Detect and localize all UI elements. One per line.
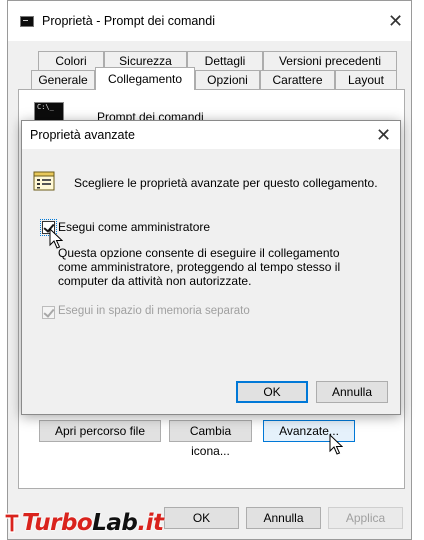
tab-collegamento[interactable]: Collegamento	[95, 67, 195, 90]
tab-opzioni[interactable]: Opzioni	[195, 70, 260, 90]
turbolab-logo-icon	[4, 513, 20, 533]
watermark-turbo: Turbo	[22, 510, 93, 536]
advanced-properties-dialog: Proprietà avanzate ✕ Scegliere le propri…	[21, 120, 401, 415]
dialog-ok-button[interactable]: OK	[236, 381, 308, 403]
dialog-cancel-button[interactable]: Annulla	[316, 381, 388, 403]
tab-generale[interactable]: Generale	[31, 70, 95, 90]
window-titlebar: Proprietà - Prompt dei comandi ✕	[8, 1, 411, 41]
mouse-cursor-icon	[329, 434, 343, 455]
cmd-app-icon	[20, 16, 34, 27]
window-close-icon[interactable]: ✕	[388, 12, 403, 30]
cancel-button[interactable]: Annulla	[246, 507, 321, 529]
window-title: Proprietà - Prompt dei comandi	[42, 14, 215, 28]
ok-button[interactable]: OK	[164, 507, 239, 529]
dialog-titlebar: Proprietà avanzate ✕	[22, 121, 400, 149]
separate-memory-checkbox	[42, 306, 55, 319]
dialog-title: Proprietà avanzate	[30, 128, 135, 142]
run-as-admin-label[interactable]: Esegui come amministratore	[58, 220, 210, 234]
tab-dettagli[interactable]: Dettagli	[187, 51, 263, 71]
separate-memory-label: Esegui in spazio di memoria separato	[58, 305, 250, 317]
turbolab-watermark: TurboLab.it	[0, 506, 175, 540]
tab-carattere[interactable]: Carattere	[260, 70, 335, 90]
change-icon-button[interactable]: Cambia icona...	[169, 420, 252, 458]
run-as-admin-description: Questa opzione consente di eseguire il c…	[58, 246, 341, 288]
tab-versioni-precedenti[interactable]: Versioni precedenti	[263, 51, 397, 71]
tab-layout[interactable]: Layout	[335, 70, 397, 90]
dialog-close-icon[interactable]: ✕	[376, 126, 391, 144]
open-file-location-button[interactable]: Apri percorso file	[39, 420, 161, 442]
properties-list-icon	[33, 171, 55, 191]
checkbox-mouse-cursor-icon	[49, 228, 63, 249]
watermark-lab: Lab	[92, 510, 138, 536]
watermark-tld: .it	[137, 510, 164, 536]
dialog-intro-text: Scegliere le proprietà avanzate per ques…	[74, 176, 378, 190]
apply-button: Applica	[328, 507, 403, 529]
